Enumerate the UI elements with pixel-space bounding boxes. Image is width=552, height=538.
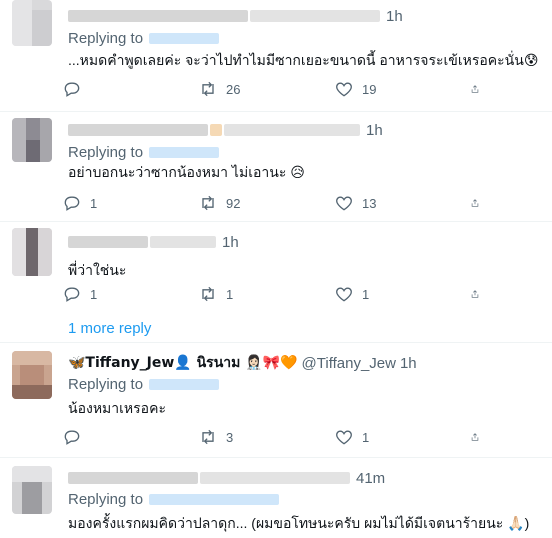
retweet-button[interactable]: 92: [194, 193, 330, 213]
timestamp[interactable]: 1h: [366, 122, 383, 139]
retweet-count: 3: [226, 429, 234, 445]
avatar[interactable]: [12, 351, 52, 399]
blurred-name: [68, 10, 248, 22]
replying-to: Replying to: [68, 30, 220, 47]
tweet-3[interactable]: 1h พี่ว่าใช่นะ 1 1 1: [0, 222, 552, 312]
replying-label: Replying to: [68, 30, 144, 47]
timestamp[interactable]: 1h: [400, 355, 417, 372]
like-button[interactable]: 13: [330, 193, 466, 213]
replying-to: Replying to: [68, 491, 280, 508]
share-button[interactable]: [466, 79, 488, 99]
like-button[interactable]: 19: [330, 79, 466, 99]
reply-icon: [64, 287, 80, 302]
blurred-name: [68, 124, 208, 136]
tweet-5[interactable]: 41m Replying to มองครั้งแรกผมคิดว่าปลาดุ…: [0, 458, 552, 538]
share-button[interactable]: [466, 193, 488, 213]
retweet-button[interactable]: 26: [194, 79, 330, 99]
mention-link[interactable]: [149, 147, 220, 158]
retweet-icon: [202, 429, 214, 445]
blurred-handle: [250, 10, 380, 22]
share-button[interactable]: [466, 427, 488, 447]
blurred-name: [68, 472, 198, 484]
replying-label: Replying to: [68, 144, 144, 161]
retweet-button[interactable]: 1: [194, 284, 330, 304]
blurred-name: [68, 236, 148, 248]
replying-label: Replying to: [68, 491, 144, 508]
blurred-emoji: [210, 124, 222, 136]
reply-icon: [64, 430, 80, 445]
reply-button[interactable]: [58, 427, 194, 447]
tweet-header: 1h: [68, 232, 239, 252]
mention-link[interactable]: [149, 494, 280, 505]
heart-icon: [336, 82, 352, 97]
tweet-1[interactable]: 1h Replying to ...หมดคำพูดเลยค่ะ จะว่าไป…: [0, 0, 552, 112]
tweet-header: 41m: [68, 468, 385, 488]
blurred-handle: [200, 472, 350, 484]
heart-icon: [336, 196, 352, 211]
tweet-4[interactable]: 🦋Tiffany_Jew👤 นิรนาม 👩🏻‍⚕️🎀🧡 @Tiffany_Je…: [0, 343, 552, 458]
share-button[interactable]: [466, 284, 488, 304]
blurred-handle: [224, 124, 360, 136]
share-icon: [471, 85, 479, 93]
tweet-actions: 3 1: [58, 426, 528, 448]
mention-link[interactable]: [149, 33, 220, 44]
tweet-text: น้องหมาเหรอคะ: [68, 400, 166, 416]
retweet-icon: [202, 195, 214, 211]
mention-link[interactable]: [149, 379, 220, 390]
tweet-text: ...หมดคำพูดเลยค่ะ จะว่าไปทำไมมีซากเยอะขน…: [68, 52, 539, 68]
tweet-header: 1h: [68, 6, 403, 26]
avatar[interactable]: [12, 118, 52, 162]
reply-icon: [64, 196, 80, 211]
timestamp[interactable]: 1h: [222, 234, 239, 251]
blurred-handle: [150, 236, 216, 248]
reply-count: 1: [90, 286, 98, 302]
share-icon: [471, 199, 479, 207]
share-icon: [471, 433, 479, 441]
heart-icon: [336, 287, 352, 302]
user-handle[interactable]: @Tiffany_Jew: [302, 355, 396, 372]
retweet-count: 1: [226, 286, 234, 302]
reply-button[interactable]: [58, 79, 194, 99]
retweet-icon: [202, 286, 214, 302]
replying-to: Replying to: [68, 376, 220, 393]
tweet-actions: 1 1 1: [58, 283, 528, 305]
tweet-actions: 26 19: [58, 78, 528, 100]
share-icon: [471, 290, 479, 298]
tweet-text: มองครั้งแรกผมคิดว่าปลาดุก... (ผมขอโทษนะค…: [68, 515, 530, 531]
show-more-replies-link[interactable]: 1 more reply: [68, 320, 151, 337]
heart-icon: [336, 430, 352, 445]
tweet-header: 🦋Tiffany_Jew👤 นิรนาม 👩🏻‍⚕️🎀🧡 @Tiffany_Je…: [68, 353, 417, 373]
reply-count: 1: [90, 195, 98, 211]
avatar[interactable]: [12, 228, 52, 276]
avatar[interactable]: [12, 466, 52, 514]
tweet-header: 1h: [68, 120, 383, 140]
tweet-2[interactable]: 1h Replying to อย่าบอกนะว่าซากน้องหมา ไม…: [0, 112, 552, 222]
retweet-icon: [202, 81, 214, 97]
retweet-count: 26: [226, 81, 241, 97]
retweet-button[interactable]: 3: [194, 427, 330, 447]
timestamp[interactable]: 1h: [386, 8, 403, 25]
like-button[interactable]: 1: [330, 284, 466, 304]
retweet-count: 92: [226, 195, 241, 211]
like-button[interactable]: 1: [330, 427, 466, 447]
replying-label: Replying to: [68, 376, 144, 393]
reply-button[interactable]: 1: [58, 284, 194, 304]
tweet-text: พี่ว่าใช่นะ: [68, 262, 127, 278]
timestamp[interactable]: 41m: [356, 470, 385, 487]
like-count: 13: [362, 195, 377, 211]
like-count: 19: [362, 81, 377, 97]
replying-to: Replying to: [68, 144, 220, 161]
tweet-text: อย่าบอกนะว่าซากน้องหมา ไม่เอานะ 😥: [68, 164, 305, 180]
avatar[interactable]: [12, 0, 52, 46]
display-name[interactable]: 🦋Tiffany_Jew👤 นิรนาม 👩🏻‍⚕️🎀🧡: [68, 352, 298, 374]
reply-icon: [64, 82, 80, 97]
reply-button[interactable]: 1: [58, 193, 194, 213]
like-count: 1: [362, 429, 370, 445]
like-count: 1: [362, 286, 370, 302]
tweet-actions: 1 92 13: [58, 192, 528, 214]
